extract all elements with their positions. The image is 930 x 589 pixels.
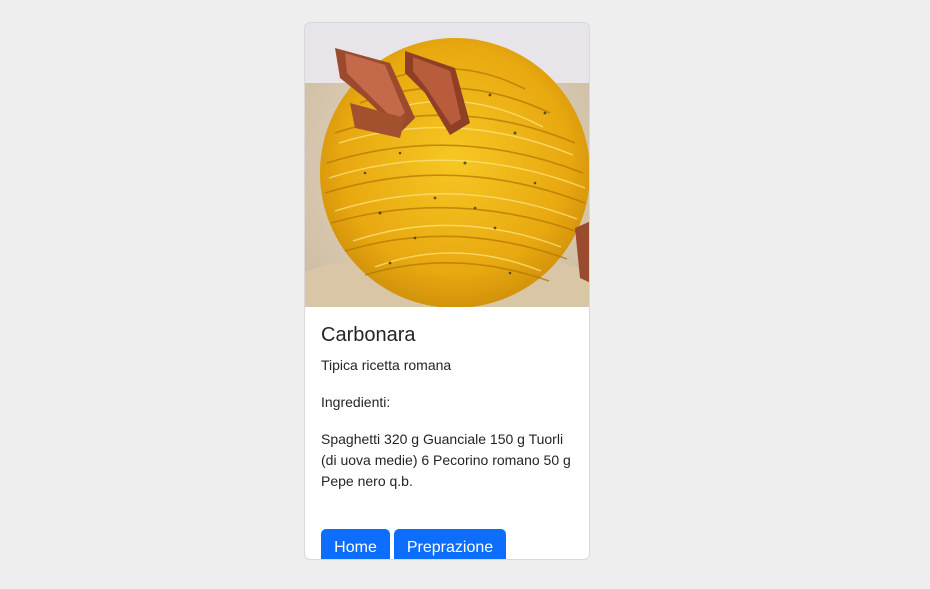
ingredients-list: Spaghetti 320 g Guanciale 150 g Tuorli (… [321,431,571,489]
preparation-button[interactable]: Preprazione [394,529,506,559]
recipe-subtitle: Tipica ricetta romana [321,357,452,373]
home-button[interactable]: Home [321,529,390,559]
recipe-title: Carbonara [321,324,416,346]
recipe-card: Carbonara Tipica ricetta romana Ingredie… [304,22,590,560]
ingredients-label: Ingredienti: [321,394,391,410]
carbonara-image [305,23,589,307]
